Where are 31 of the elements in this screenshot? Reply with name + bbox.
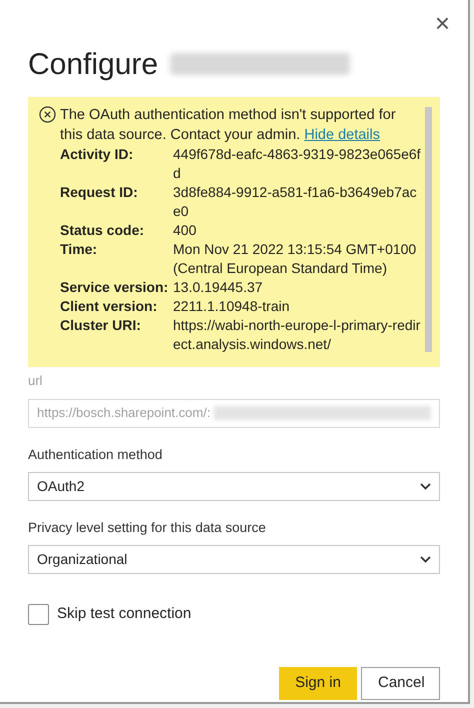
detail-value: https://wabi-north-europe-l-primary-redirect.analysis.windows.net/ bbox=[173, 316, 421, 354]
error-message: The OAuth authentication method isn't supported for this data source. Contact your admin. Hide details bbox=[60, 106, 397, 145]
detail-label: Status code: bbox=[60, 221, 146, 240]
detail-label: Activity ID: bbox=[60, 145, 134, 164]
field-label: Authentication method bbox=[28, 446, 164, 464]
error-icon bbox=[39, 106, 56, 123]
detail-label: Client version: bbox=[60, 297, 158, 316]
detail-value: 3d8fe884-9912-a581-f1a6-b3649eb7ace0 bbox=[173, 183, 418, 221]
detail-label: Service version: bbox=[60, 278, 170, 297]
cancel-button[interactable]: Cancel bbox=[361, 666, 440, 700]
checkbox[interactable] bbox=[28, 604, 49, 625]
sign-in-button[interactable]: Sign in bbox=[279, 666, 357, 700]
detail-value: 2211.1.10948-train bbox=[173, 297, 290, 316]
detail-label: Time: bbox=[60, 240, 98, 259]
field-label: Privacy level setting for this data source bbox=[28, 518, 267, 537]
url-label: url bbox=[28, 372, 44, 390]
chevron-down-icon bbox=[420, 482, 431, 490]
detail-value: 13.0.19445.37 bbox=[173, 278, 264, 297]
detail-label: Cluster URI: bbox=[60, 316, 142, 335]
chevron-down-icon bbox=[420, 556, 431, 563]
dialog-title: Configure bbox=[28, 46, 158, 82]
detail-value: Mon Nov 21 2022 13:15:54 GMT+0100 (Central European Standard Time) bbox=[173, 240, 418, 278]
url-value: https://bosch.sharepoint.com/: bbox=[37, 404, 210, 422]
detail-value: 449f678d-eafc-4863-9319-9823e065e6fd bbox=[173, 145, 421, 183]
close-button[interactable]: × bbox=[434, 10, 450, 36]
dropdown[interactable]: OAuth2 bbox=[28, 472, 440, 501]
detail-label: Request ID: bbox=[60, 183, 139, 202]
hide-details-link[interactable]: Hide details bbox=[304, 127, 380, 143]
detail-value: 400 bbox=[173, 221, 198, 240]
dropdown[interactable]: Organizational bbox=[28, 545, 440, 574]
checkbox-label: Skip test connection bbox=[57, 604, 192, 624]
